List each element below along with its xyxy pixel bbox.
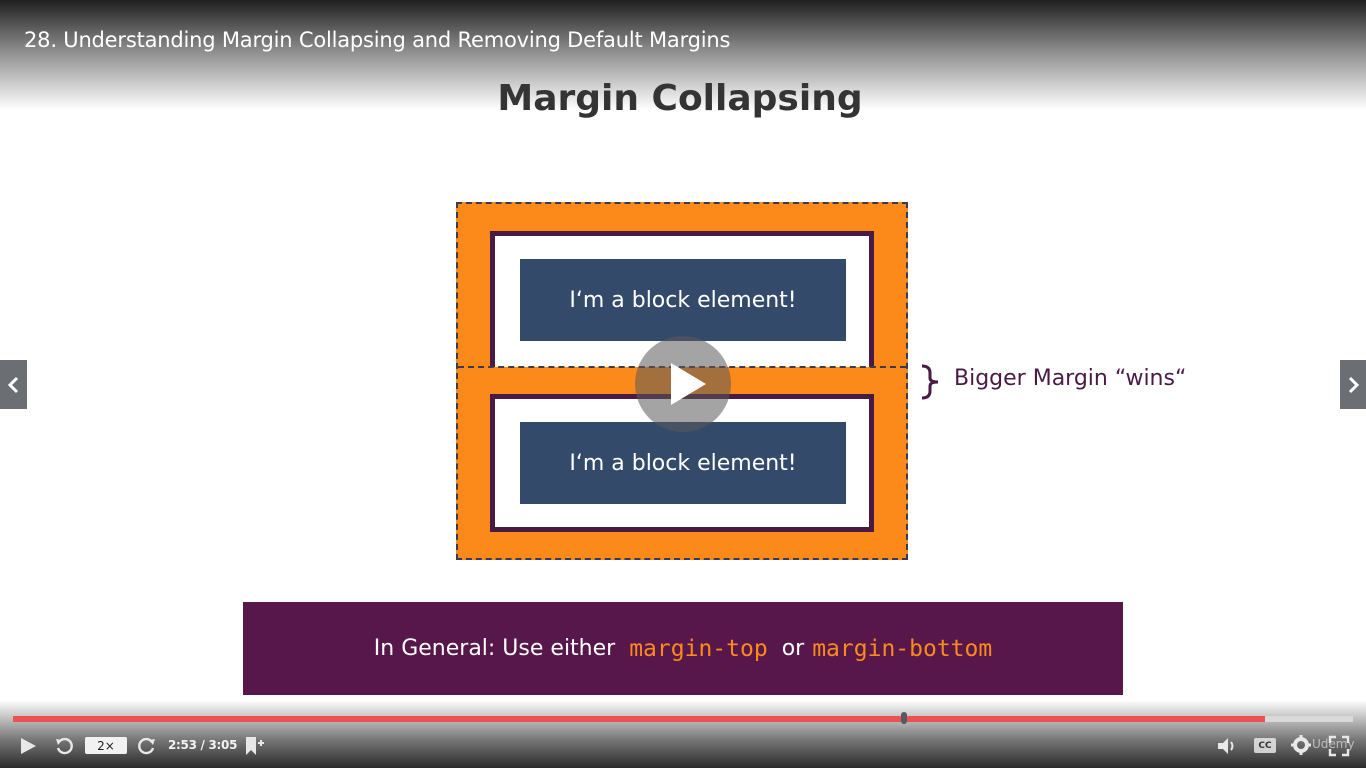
- play-icon[interactable]: [18, 736, 38, 756]
- block-element-bottom: I‘m a block element!: [520, 422, 846, 504]
- progress-bar[interactable]: [13, 716, 1353, 722]
- play-icon: [671, 363, 706, 405]
- captions-button[interactable]: CC: [1254, 738, 1276, 753]
- center-play-button[interactable]: [635, 336, 731, 432]
- volume-icon[interactable]: [1216, 736, 1240, 756]
- controls-overlay: [0, 700, 1366, 768]
- general-or: or: [781, 636, 805, 661]
- general-rule-banner: In General: Use either margin-top or mar…: [243, 602, 1123, 695]
- fullscreen-icon[interactable]: [1328, 735, 1350, 757]
- progress-buffered: [13, 716, 1265, 722]
- progress-scrubber-handle[interactable]: [901, 712, 908, 724]
- bookmark-add-icon[interactable]: [243, 735, 265, 757]
- video-title: 28. Understanding Margin Collapsing and …: [24, 28, 731, 52]
- code-margin-top: margin-top: [629, 635, 768, 662]
- general-prefix: In General: Use either: [373, 636, 616, 661]
- time-display: 2:53 / 3:05: [168, 738, 238, 752]
- chevron-right-icon: [1348, 376, 1360, 393]
- chevron-left-icon: [7, 376, 18, 393]
- code-margin-bottom: margin-bottom: [812, 635, 993, 662]
- block-element-top: I‘m a block element!: [520, 259, 846, 341]
- previous-lecture-button[interactable]: [0, 360, 27, 409]
- rewind-icon[interactable]: [54, 736, 74, 756]
- top-title-overlay: [0, 0, 1366, 110]
- curly-brace-icon: [921, 364, 939, 400]
- gear-icon[interactable]: [1290, 734, 1312, 756]
- playback-speed-button[interactable]: 2×: [85, 737, 127, 754]
- bigger-margin-label: Bigger Margin “wins“: [954, 366, 1187, 391]
- next-lecture-button[interactable]: [1340, 360, 1366, 409]
- forward-icon[interactable]: [137, 736, 157, 756]
